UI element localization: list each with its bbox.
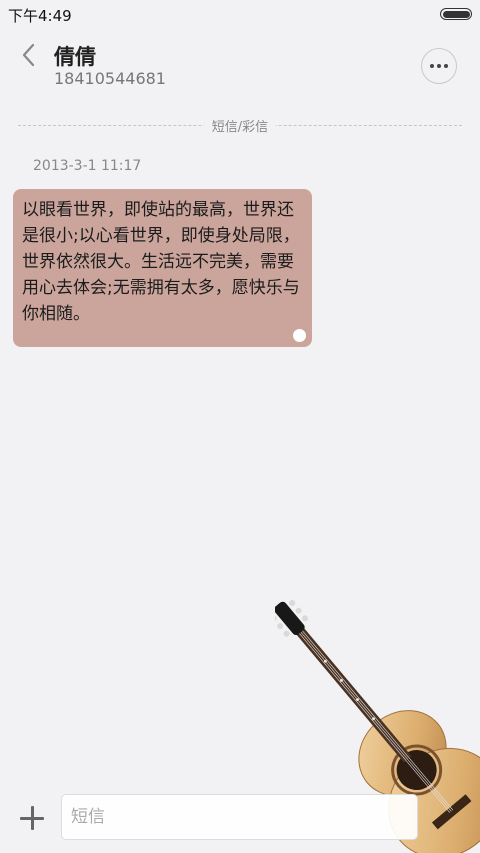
composer-bar — [0, 790, 480, 853]
chevron-left-icon[interactable] — [18, 42, 40, 68]
message-bubble[interactable]: 以眼看世界，即使站的最高，世界还是很小;以心看世界，即使身处局限，世界依然很大。… — [13, 189, 312, 347]
conversation-header: 倩倩 18410544681 — [0, 28, 480, 108]
battery-icon — [440, 8, 472, 20]
message-timestamp: 2013-3-1 11:17 — [33, 158, 142, 174]
thread-type-label: 短信/彩信 — [203, 116, 277, 135]
contact-number: 18410544681 — [54, 69, 166, 88]
status-bar: 下午4:49 — [0, 0, 480, 28]
contact-name: 倩倩 — [54, 45, 96, 69]
more-button[interactable] — [421, 48, 457, 84]
message-text: 以眼看世界，即使站的最高，世界还是很小;以心看世界，即使身处局限，世界依然很大。… — [22, 200, 300, 324]
plus-icon[interactable] — [20, 806, 44, 830]
message-input[interactable] — [61, 794, 418, 840]
read-status-dot — [293, 329, 306, 342]
battery-level — [442, 10, 470, 18]
status-time: 下午4:49 — [8, 7, 72, 25]
more-horizontal-icon — [430, 64, 448, 68]
thread-type-divider: 短信/彩信 — [18, 116, 462, 136]
